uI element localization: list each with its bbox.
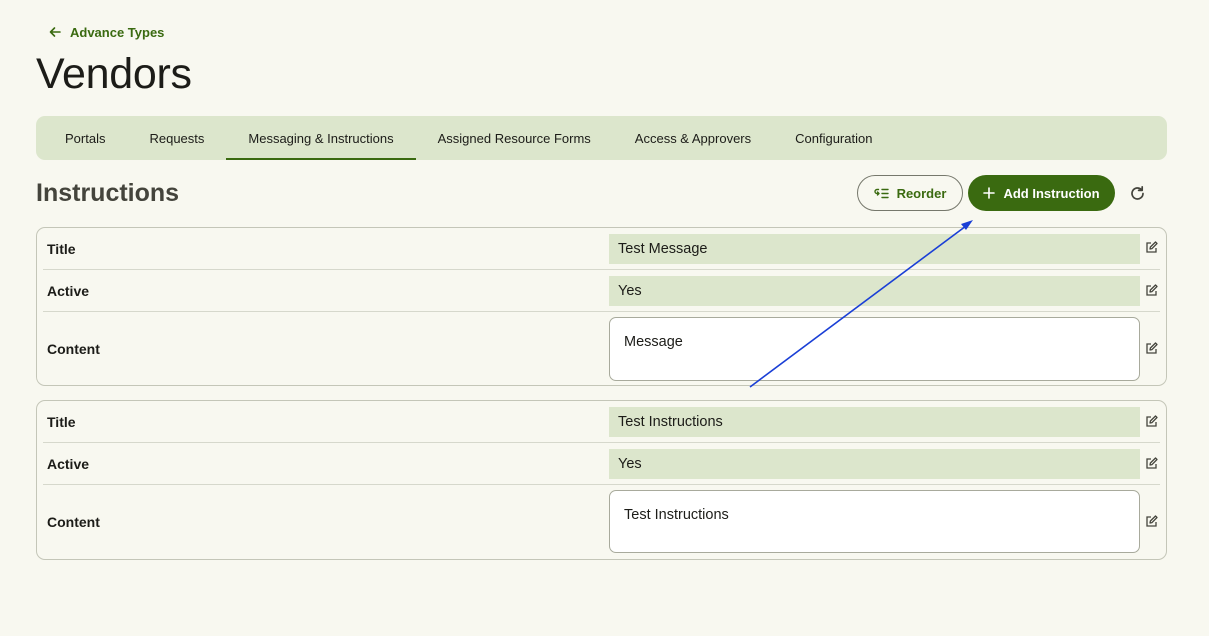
tab-assigned-resource-forms[interactable]: Assigned Resource Forms (416, 116, 613, 160)
active-value: Yes (609, 276, 1140, 306)
content-label: Content (47, 340, 100, 357)
active-label: Active (47, 282, 90, 299)
edit-icon (1145, 240, 1158, 253)
edit-content-button[interactable] (1143, 340, 1159, 356)
active-label: Active (47, 455, 90, 472)
edit-icon (1145, 514, 1158, 527)
add-instruction-button[interactable]: Add Instruction (968, 175, 1115, 211)
page-title: Vendors (36, 50, 192, 98)
edit-icon (1145, 283, 1158, 296)
reorder-label: Reorder (896, 185, 947, 201)
plus-icon (983, 187, 996, 199)
edit-active-button[interactable] (1143, 282, 1159, 298)
title-row: Title Test Instructions (43, 401, 1160, 443)
active-row: Active Yes (43, 443, 1160, 485)
title-value: Test Message (609, 234, 1140, 264)
edit-icon (1145, 456, 1158, 469)
add-instruction-label: Add Instruction (1003, 185, 1100, 201)
content-textarea[interactable]: Test Instructions (609, 490, 1140, 553)
arrow-left-icon (48, 25, 62, 39)
instruction-card: Title Test Message Active Yes Content Me… (36, 227, 1167, 386)
content-row: Content Test Instructions (43, 485, 1160, 559)
instruction-card: Title Test Instructions Active Yes Conte… (36, 400, 1167, 560)
edit-title-button[interactable] (1143, 413, 1159, 429)
tab-messaging-instructions[interactable]: Messaging & Instructions (226, 116, 416, 160)
edit-active-button[interactable] (1143, 455, 1159, 471)
title-label: Title (47, 240, 76, 257)
content-textarea[interactable]: Message (609, 317, 1140, 381)
edit-icon (1145, 414, 1158, 427)
active-row: Active Yes (43, 270, 1160, 312)
tab-bar: Portals Requests Messaging & Instruction… (36, 116, 1167, 160)
edit-title-button[interactable] (1143, 239, 1159, 255)
edit-icon (1145, 341, 1158, 354)
edit-content-button[interactable] (1143, 513, 1159, 529)
reorder-list-icon (873, 187, 889, 200)
tab-access-approvers[interactable]: Access & Approvers (613, 116, 773, 160)
title-row: Title Test Message (43, 228, 1160, 270)
back-link[interactable]: Advance Types (48, 23, 164, 41)
content-row: Content Message (43, 312, 1160, 385)
tab-portals[interactable]: Portals (43, 116, 127, 160)
title-label: Title (47, 413, 76, 430)
tab-configuration[interactable]: Configuration (773, 116, 894, 160)
back-link-label: Advance Types (70, 24, 165, 40)
reorder-button[interactable]: Reorder (857, 175, 963, 211)
content-label: Content (47, 514, 100, 530)
tab-requests[interactable]: Requests (127, 116, 226, 160)
active-value: Yes (609, 449, 1140, 479)
title-value: Test Instructions (609, 407, 1140, 437)
refresh-icon (1129, 185, 1146, 202)
section-title: Instructions (36, 179, 180, 207)
refresh-button[interactable] (1126, 182, 1148, 204)
